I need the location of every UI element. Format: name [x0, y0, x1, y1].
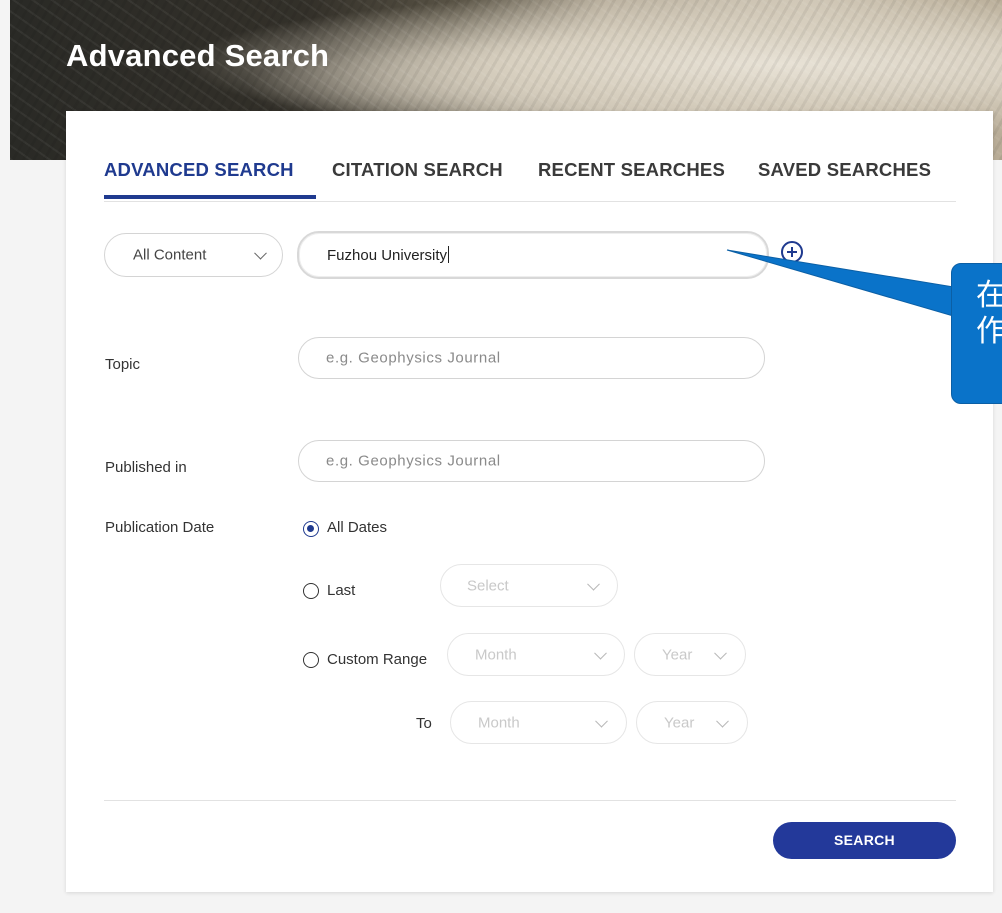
- to-month-value: Month: [478, 714, 520, 731]
- from-month-value: Month: [475, 646, 517, 663]
- scope-select-value: All Content: [133, 246, 207, 264]
- page-title: Advanced Search: [66, 38, 330, 73]
- from-year-select[interactable]: Year: [634, 633, 746, 676]
- chevron-down-icon: [714, 646, 727, 660]
- chevron-down-icon: [595, 714, 608, 728]
- to-year-value: Year: [664, 714, 695, 731]
- search-button[interactable]: SEARCH: [773, 822, 956, 859]
- tab-recent-searches[interactable]: RECENT SEARCHES: [538, 159, 725, 197]
- callout-line-1: 在: [976, 278, 1002, 314]
- publication-date-label: Publication Date: [105, 519, 215, 536]
- radio-custom-range-label: Custom Range: [327, 651, 428, 668]
- chevron-down-icon: [594, 646, 607, 660]
- chevron-down-icon: [254, 246, 267, 260]
- chevron-down-icon: [587, 577, 600, 591]
- search-query-value: Fuzhou University: [327, 247, 448, 264]
- from-year-value: Year: [662, 646, 693, 663]
- radio-last[interactable]: [303, 583, 319, 599]
- search-card: ADVANCED SEARCH CITATION SEARCH RECENT S…: [66, 111, 993, 892]
- footer-divider: [104, 800, 956, 801]
- published-in-placeholder: e.g. Geophysics Journal: [326, 452, 501, 470]
- radio-custom-range[interactable]: [303, 652, 319, 668]
- published-in-input[interactable]: e.g. Geophysics Journal: [298, 440, 765, 482]
- published-in-label: Published in: [105, 459, 187, 476]
- radio-all-dates-label: All Dates: [327, 519, 388, 536]
- tab-saved-searches[interactable]: SAVED SEARCHES: [758, 159, 931, 197]
- tab-citation-search[interactable]: CITATION SEARCH: [332, 159, 503, 197]
- chevron-down-icon: [716, 714, 729, 728]
- topic-label: Topic: [105, 356, 141, 373]
- search-query-input[interactable]: Fuzhou University: [297, 231, 769, 279]
- annotation-callout: 在 作: [951, 263, 1002, 404]
- tab-advanced-search[interactable]: ADVANCED SEARCH: [104, 159, 294, 197]
- scope-select[interactable]: All Content: [104, 233, 283, 277]
- last-period-select[interactable]: Select: [440, 564, 618, 607]
- to-label: To: [416, 715, 432, 732]
- topic-input[interactable]: e.g. Geophysics Journal: [298, 337, 765, 379]
- radio-last-label: Last: [327, 582, 356, 599]
- last-period-value: Select: [467, 577, 509, 594]
- callout-line-2: 作: [976, 314, 1002, 350]
- tab-bar: ADVANCED SEARCH CITATION SEARCH RECENT S…: [104, 159, 956, 202]
- plus-circle-icon[interactable]: [781, 241, 803, 263]
- text-caret: [448, 246, 450, 263]
- topic-placeholder: e.g. Geophysics Journal: [326, 349, 501, 367]
- to-month-select[interactable]: Month: [450, 701, 627, 744]
- to-year-select[interactable]: Year: [636, 701, 748, 744]
- active-tab-indicator: [104, 195, 316, 199]
- from-month-select[interactable]: Month: [447, 633, 625, 676]
- radio-all-dates[interactable]: [303, 521, 319, 537]
